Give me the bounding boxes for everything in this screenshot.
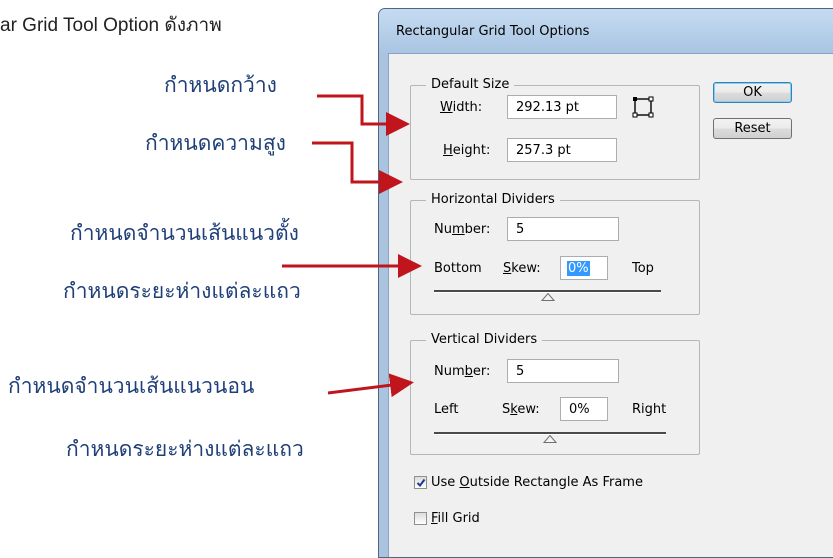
vertical-left-label: Left [434, 402, 459, 417]
height-field[interactable]: 257.3 pt [507, 138, 617, 162]
vertical-right-label: Right [632, 402, 667, 417]
horizontal-number-field[interactable]: 5 [507, 217, 619, 241]
horizontal-skew-field[interactable]: 0% [560, 256, 608, 280]
width-field[interactable]: 292.13 pt [507, 95, 617, 119]
annotation-width: กำหนดกว้าง [164, 73, 277, 97]
dialog-title: Rectangular Grid Tool Options [396, 24, 590, 39]
horizontal-dividers-legend: Horizontal Dividers [426, 192, 560, 207]
vertical-skew-label: Skew: [502, 402, 540, 417]
fill-grid-label[interactable]: Fill Grid [431, 511, 480, 526]
horizontal-top-label: Top [632, 261, 654, 276]
horizontal-number-label: Number: [434, 222, 491, 237]
checkmark-icon [416, 478, 426, 488]
annotation-vertical-spacing: กำหนดระยะห่างแต่ละแถว [66, 437, 304, 461]
ok-button[interactable]: OK [713, 82, 792, 103]
annotation-vertical-count: กำหนดจำนวนเส้นแนวนอน [8, 374, 255, 398]
vertical-dividers-legend: Vertical Dividers [426, 332, 543, 347]
annotation-horizontal-count: กำหนดจำนวนเส้นแนวตั้ง [70, 221, 299, 245]
horizontal-skew-slider-thumb[interactable] [540, 293, 555, 301]
rectangular-grid-dialog: Rectangular Grid Tool Options Default Si… [378, 8, 833, 558]
width-label: Width: [440, 100, 483, 115]
dialog-client: Default Size Width: 292.13 pt Height: 25… [388, 53, 833, 557]
use-outside-rectangle-checkbox[interactable] [414, 476, 427, 489]
horizontal-skew-value: 0% [567, 261, 590, 276]
rectangle-origin-icon[interactable] [632, 96, 654, 118]
vertical-skew-field[interactable]: 0% [560, 397, 608, 421]
top-caption: ar Grid Tool Option ดังภาพ [0, 15, 222, 36]
vertical-number-label: Number: [434, 364, 491, 379]
vertical-skew-slider-thumb[interactable] [543, 435, 557, 443]
use-outside-rectangle-label[interactable]: Use Outside Rectangle As Frame [431, 475, 643, 490]
fill-grid-checkbox[interactable] [414, 512, 427, 525]
height-label: Height: [443, 143, 491, 158]
horizontal-skew-label: Skew: [503, 261, 541, 276]
vertical-number-field[interactable]: 5 [507, 359, 619, 383]
annotation-height: กำหนดความสูง [145, 131, 286, 155]
horizontal-bottom-label: Bottom [434, 261, 482, 276]
annotation-horizontal-spacing: กำหนดระยะห่างแต่ละแถว [63, 279, 301, 303]
dialog-titlebar[interactable]: Rectangular Grid Tool Options [379, 9, 833, 53]
default-size-legend: Default Size [426, 77, 515, 92]
reset-button[interactable]: Reset [713, 118, 792, 139]
